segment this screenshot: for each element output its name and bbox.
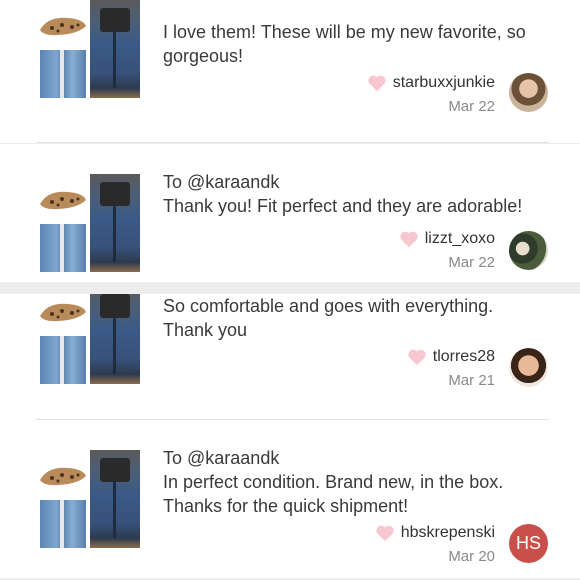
outfit-image xyxy=(90,0,140,98)
comment-card: I love them! These will be my new favori… xyxy=(0,0,580,143)
comment-text: In perfect condition. Brand new, in the … xyxy=(163,472,504,492)
username-link[interactable]: tlorres28 xyxy=(433,348,495,366)
comment-date: Mar 22 xyxy=(448,98,495,115)
jeans-image xyxy=(40,336,86,384)
listing-thumbnail[interactable] xyxy=(38,0,140,99)
comment-text: Thanks for the quick shipment! xyxy=(163,496,409,516)
jeans-image xyxy=(40,50,86,98)
comment-text: gorgeous! xyxy=(163,46,244,66)
jeans-image xyxy=(40,500,86,548)
username-link[interactable]: starbuxxjunkie xyxy=(393,74,495,92)
comment-card: To @karaandk Thank you! Fit perfect and … xyxy=(0,144,580,282)
comment-date: Mar 21 xyxy=(448,372,495,389)
heart-icon[interactable] xyxy=(399,230,419,248)
avatar-initials: HS xyxy=(515,533,541,553)
comment-date: Mar 22 xyxy=(448,254,495,271)
heart-icon[interactable] xyxy=(367,74,387,92)
listing-thumbnail[interactable] xyxy=(38,294,140,385)
comment-text: So comfortable and goes with everything. xyxy=(163,296,494,316)
comment-text: I love them! These will be my new favori… xyxy=(163,22,526,42)
comment-text: Thank you! Fit perfect and they are ador… xyxy=(163,196,523,216)
divider xyxy=(36,142,549,143)
username-link[interactable]: hbskrepenski xyxy=(401,524,495,542)
heart-icon[interactable] xyxy=(375,524,395,542)
jeans-image xyxy=(40,224,86,272)
comment-card: So comfortable and goes with everything.… xyxy=(0,294,580,420)
reply-to[interactable]: To @karaandk xyxy=(163,170,546,194)
heart-icon[interactable] xyxy=(407,348,427,366)
comment-card: To @karaandk In perfect condition. Brand… xyxy=(0,420,580,578)
comment-date: Mar 20 xyxy=(448,548,495,565)
outfit-image xyxy=(90,174,140,272)
comment-text: Thank you xyxy=(163,320,248,340)
avatar[interactable] xyxy=(509,231,548,270)
username-link[interactable]: lizzt_xoxo xyxy=(425,230,495,248)
avatar[interactable] xyxy=(509,348,548,387)
avatar[interactable]: HS xyxy=(509,524,548,563)
outfit-image xyxy=(90,294,140,384)
shoe-image xyxy=(38,460,88,490)
listing-thumbnail[interactable] xyxy=(38,174,140,273)
shoe-image xyxy=(38,184,88,214)
avatar[interactable] xyxy=(509,73,548,112)
outfit-image xyxy=(90,450,140,548)
listing-thumbnail[interactable] xyxy=(38,450,140,549)
shoe-image xyxy=(38,296,88,326)
shoe-image xyxy=(38,10,88,40)
reply-to[interactable]: To @karaandk xyxy=(163,446,546,470)
